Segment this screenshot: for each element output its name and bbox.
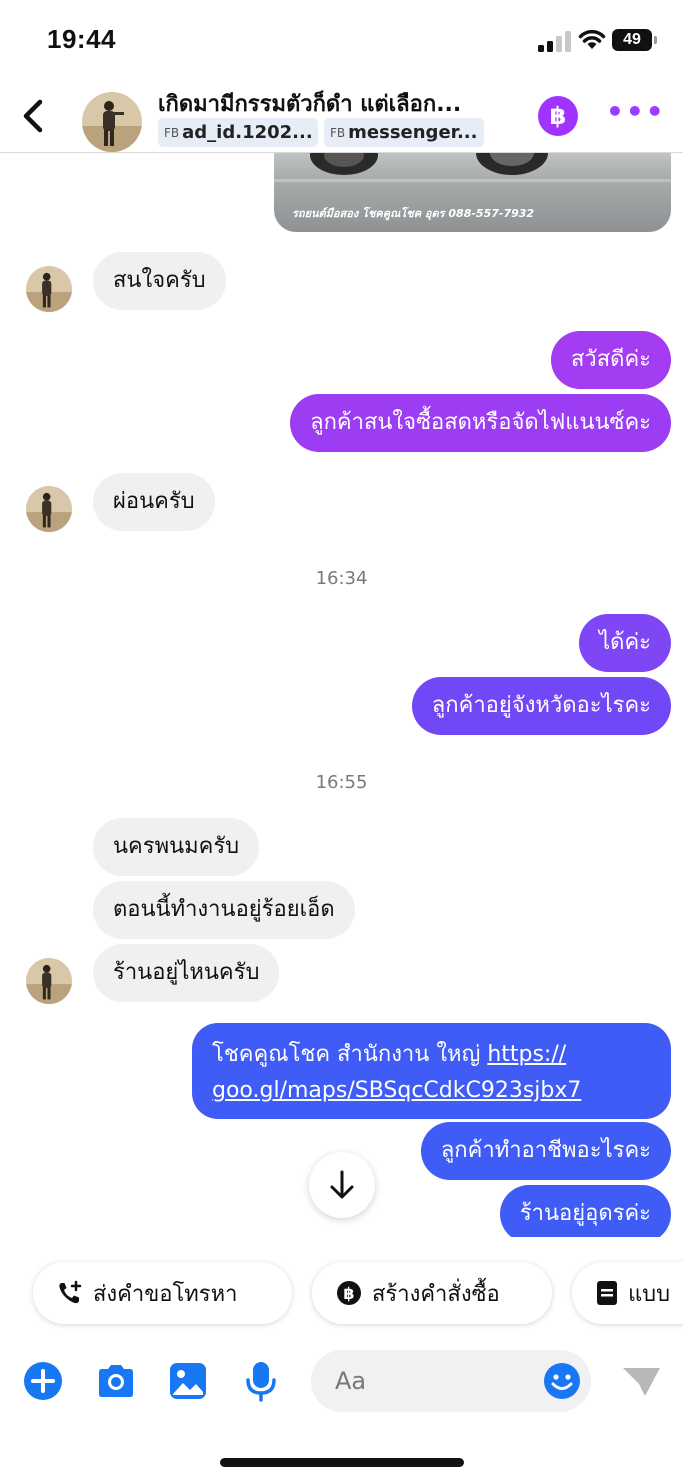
contact-avatar-small[interactable] <box>26 486 72 532</box>
incoming-message[interactable]: นครพนมครับ <box>93 818 260 876</box>
outgoing-message[interactable]: ลูกค้าทำอาชีพอะไรคะ <box>420 1122 671 1180</box>
incoming-message[interactable]: ตอนนี้ทำงานอยู่ร้อยเอ็ด <box>93 881 355 939</box>
image-caption: รถยนต์มือสอง โชคคูณโชค อุดร 088-557-7932 <box>292 207 535 220</box>
phone-plus-icon <box>59 1280 82 1304</box>
arrow-down-icon <box>330 1170 354 1199</box>
form-chip[interactable]: แบบ <box>572 1262 683 1324</box>
maps-link[interactable]: goo.gl/maps/SBSqcCdkC923sjbx7 <box>212 1078 581 1103</box>
scroll-to-bottom-button[interactable] <box>309 1152 375 1218</box>
request-call-chip[interactable]: ส่งคำขอโทรหา <box>33 1262 292 1324</box>
contact-name[interactable]: เกิดมามีกรรมตัวก็ดำ แต่เลือก... <box>158 86 508 121</box>
gallery-icon[interactable] <box>167 1360 209 1402</box>
contact-avatar-small[interactable] <box>26 266 72 312</box>
fb-prefix: FB <box>330 125 346 140</box>
home-indicator <box>220 1458 464 1467</box>
plus-circle-icon[interactable] <box>22 1360 64 1402</box>
message-composer <box>0 1350 683 1412</box>
send-icon[interactable] <box>620 1360 662 1402</box>
chip-label: แบบ <box>628 1281 671 1307</box>
incoming-message[interactable]: ผ่อนครับ <box>93 473 215 531</box>
tag-value: ad_id.1202... <box>182 122 313 143</box>
contact-avatar-small[interactable] <box>26 958 72 1004</box>
outgoing-link-message[interactable]: โชคคูณโชค สำนักงาน ใหญ่ https:// goo.gl/m… <box>192 1023 671 1119</box>
car-image-message[interactable]: รถยนต์มือสอง โชคคูณโชค อุดร 088-557-7932 <box>274 153 671 232</box>
create-order-chip[interactable]: ฿ สร้างคำสั่งซื้อ <box>312 1262 552 1324</box>
cellular-signal-icon <box>538 31 571 52</box>
emoji-icon[interactable] <box>543 1362 581 1400</box>
chip-label: สร้างคำสั่งซื้อ <box>372 1281 500 1307</box>
conversation-header: เกิดมามีกรรมตัวก็ดำ แต่เลือก... FB ad_id… <box>0 80 683 153</box>
chip-label: ส่งคำขอโทรหา <box>93 1281 238 1307</box>
fb-prefix: FB <box>164 125 180 140</box>
svg-text:฿: ฿ <box>343 1284 354 1303</box>
timestamp: 16:34 <box>315 568 368 589</box>
camera-icon[interactable] <box>95 1360 137 1402</box>
microphone-icon[interactable] <box>240 1360 282 1402</box>
incoming-message[interactable]: สนใจครับ <box>93 252 226 310</box>
battery-level: 49 <box>623 31 641 48</box>
status-time: 19:44 <box>47 24 116 54</box>
contact-avatar[interactable] <box>82 92 142 152</box>
timestamp: 16:55 <box>315 772 368 793</box>
maps-link[interactable]: https:// <box>487 1042 566 1067</box>
back-chevron-icon[interactable] <box>16 94 50 138</box>
more-options-icon[interactable]: ••• <box>606 98 664 130</box>
outgoing-message[interactable]: ร้านอยู่อุดรค่ะ <box>499 1185 671 1237</box>
message-input-field[interactable] <box>311 1350 591 1412</box>
baht-payment-button[interactable]: ฿ <box>538 96 578 136</box>
messenger-tag[interactable]: FB messenger... <box>324 118 484 147</box>
outgoing-message[interactable]: ลูกค้าสนใจซื้อสดหรือจัดไฟแนนซ์คะ <box>290 394 671 452</box>
message-text: โชคคูณโชค สำนักงาน ใหญ่ <box>212 1042 488 1067</box>
message-thread[interactable]: รถยนต์มือสอง โชคคูณโชค อุดร 088-557-7932… <box>0 153 683 1237</box>
outgoing-message[interactable]: ได้ค่ะ <box>579 614 671 672</box>
incoming-message[interactable]: ร้านอยู่ไหนครับ <box>93 944 280 1002</box>
outgoing-message[interactable]: ลูกค้าอยู่จังหวัดอะไรคะ <box>411 677 671 735</box>
form-icon <box>597 1281 617 1305</box>
message-input[interactable] <box>335 1350 535 1412</box>
wifi-icon <box>578 29 606 49</box>
ad-id-tag[interactable]: FB ad_id.1202... <box>158 118 318 147</box>
baht-circle-icon: ฿ <box>337 1281 361 1305</box>
status-bar: 19:44 49 <box>0 0 683 80</box>
quick-actions-bar: ส่งคำขอโทรหา ฿ สร้างคำสั่งซื้อ แบบ <box>0 1262 683 1324</box>
tag-value: messenger... <box>348 122 478 143</box>
battery-icon: 49 <box>612 29 658 51</box>
outgoing-message[interactable]: สวัสดีค่ะ <box>550 331 671 389</box>
